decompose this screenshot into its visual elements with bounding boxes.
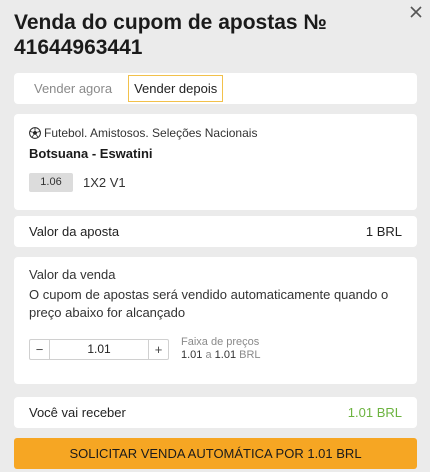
selection-row: 1.06 1X2 V1 <box>29 173 402 192</box>
price-input[interactable] <box>50 339 148 359</box>
soccer-ball-icon <box>29 127 41 139</box>
sale-description: O cupom de apostas será vendido automati… <box>29 287 389 320</box>
sell-mode-tabs: Vender agora Vender depois <box>14 73 417 104</box>
increase-button[interactable]: + <box>148 339 168 359</box>
stake-row: Valor da aposta 1 BRL <box>14 216 417 247</box>
stake-label: Valor da aposta <box>29 224 120 239</box>
stake-value: 1 BRL <box>365 224 402 239</box>
sport-line: Futebol. Amistosos. Seleções Nacionais <box>29 126 402 140</box>
event-teams: Botsuana - Eswatini <box>29 146 153 161</box>
close-icon[interactable] <box>410 6 422 18</box>
request-auto-sale-button[interactable]: SOLICITAR VENDA AUTOMÁTICA POR 1.01 BRL <box>14 438 417 469</box>
receive-label: Você vai receber <box>29 405 126 420</box>
decrease-button[interactable]: − <box>30 339 50 359</box>
range-to: 1.01 <box>214 349 237 361</box>
price-range: Faixa de preços 1.01 a 1.01 BRL <box>181 336 261 362</box>
receive-row: Você vai receber 1.01 BRL <box>14 397 417 428</box>
receive-value: 1.01 BRL <box>347 405 402 420</box>
range-currency: BRL <box>239 349 261 361</box>
range-from: 1.01 <box>181 349 203 361</box>
range-to-word: a <box>205 349 212 361</box>
sale-card: Valor da venda O cupom de apostas será v… <box>14 257 417 384</box>
sale-title: Valor da venda <box>29 267 116 282</box>
market-name: 1X2 V1 <box>83 175 126 190</box>
event-card: Futebol. Amistosos. Seleções Nacionais B… <box>14 114 417 210</box>
price-stepper: − + <box>29 338 169 360</box>
price-range-label: Faixa de preços <box>181 336 260 348</box>
tab-sell-now[interactable]: Vender agora <box>20 75 126 102</box>
odds-badge: 1.06 <box>29 173 73 192</box>
price-range-values: 1.01 a 1.01 BRL <box>181 349 261 362</box>
tab-sell-later[interactable]: Vender depois <box>128 75 224 102</box>
dialog-title: Venda do cupom de apostas № 41644963441 <box>14 11 327 59</box>
price-row: − + Faixa de preços 1.01 a 1.01 BRL <box>29 336 402 362</box>
league-name: Futebol. Amistosos. Seleções Nacionais <box>44 126 258 140</box>
